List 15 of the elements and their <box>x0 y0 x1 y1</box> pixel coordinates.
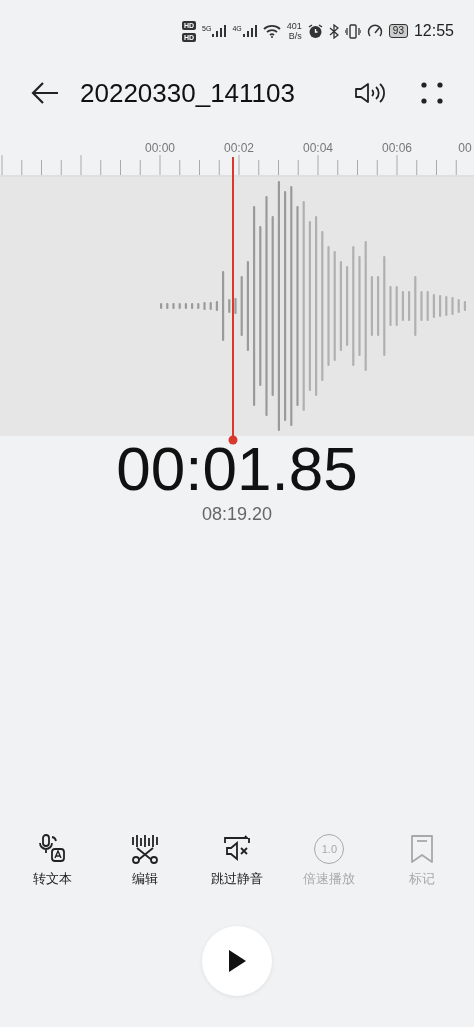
time-label: 00 <box>458 141 472 155</box>
speed-value: 401 <box>286 21 302 31</box>
total-duration: 08:19.20 <box>201 504 273 525</box>
battery-level: 93 <box>388 24 408 38</box>
recording-title: 20220330_141103 <box>80 77 296 109</box>
toolbar-button[interactable]: 转文本 <box>12 834 93 888</box>
time-label: 00:00 <box>145 141 175 155</box>
toolbar-button[interactable]: 跳过静音 <box>196 834 277 888</box>
time-label: 00:02 <box>224 141 254 155</box>
toolbar-button[interactable]: 编辑 <box>104 834 185 888</box>
elapsed-time: 00:01.85 <box>116 436 358 502</box>
speed-unit: B/s <box>288 31 302 41</box>
time-label: 00:06 <box>382 141 412 155</box>
time-label: 00:04 <box>303 141 333 155</box>
clock-time: 12:55 <box>413 22 454 40</box>
